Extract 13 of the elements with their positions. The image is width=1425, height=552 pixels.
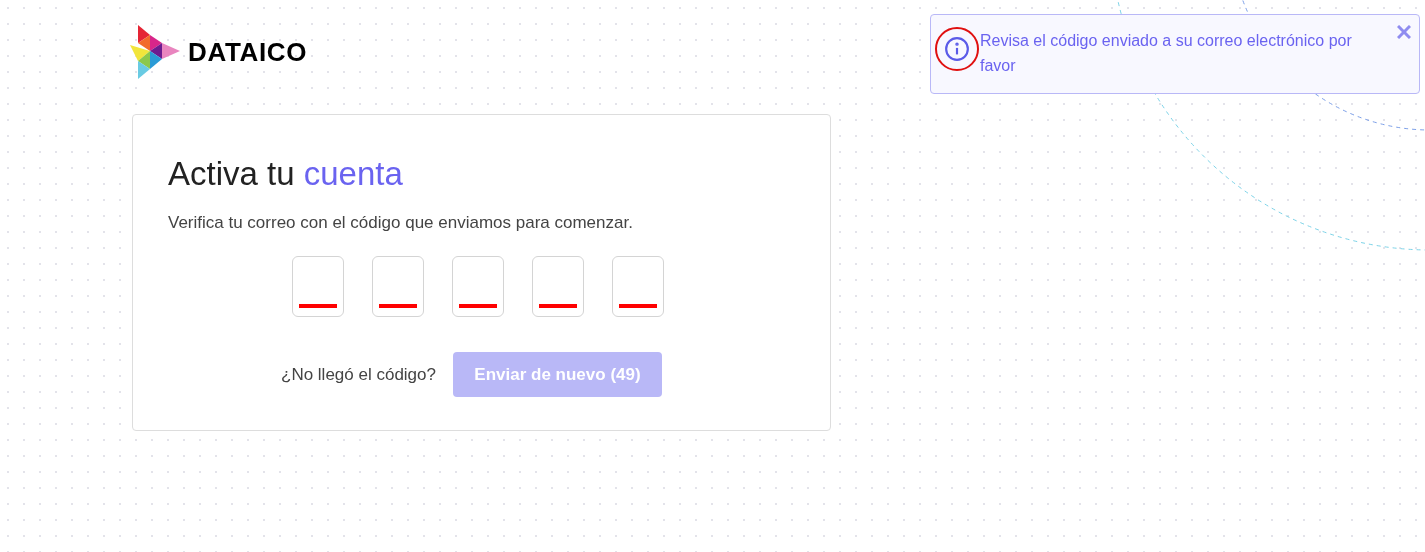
card-subtitle: Verifica tu correo con el código que enviamos para comenzar. <box>168 212 634 235</box>
code-digit-field[interactable] <box>451 255 504 317</box>
close-icon <box>1397 25 1411 39</box>
logo-wordmark: DATAICO <box>188 35 308 69</box>
toast-message: Revisa el código enviado a su correo electrónico por favor <box>980 31 1353 76</box>
code-digit-field[interactable] <box>371 255 424 317</box>
logo-icon <box>130 25 180 79</box>
resend-prompt: ¿No llegó el código? <box>281 363 436 386</box>
card-title: Activa tu cuenta <box>168 154 404 194</box>
close-button[interactable] <box>1397 25 1411 39</box>
code-digit-field[interactable] <box>611 255 664 317</box>
code-digit-field[interactable] <box>531 255 584 317</box>
code-digit-field[interactable] <box>291 255 344 317</box>
